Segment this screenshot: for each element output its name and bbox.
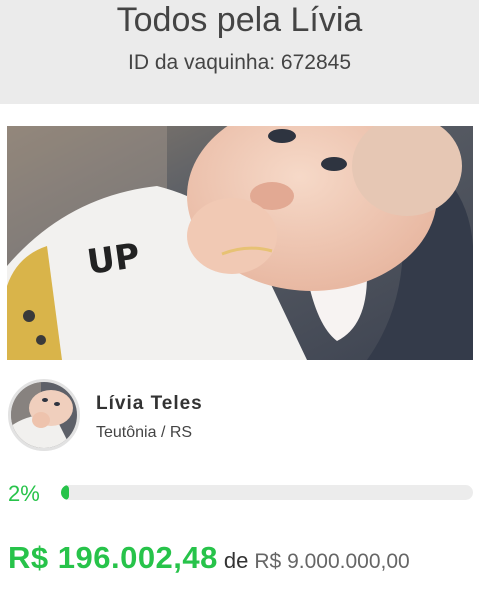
progress-percent: 2% — [8, 481, 40, 506]
progress-bar — [61, 485, 473, 500]
campaign-id: ID da vaquinha: 672845 — [127, 51, 351, 74]
campaign-header: Todos pela Lívia ID da vaquinha: 672845 — [0, 0, 479, 104]
campaign-photo[interactable]: UP ❮ — [7, 126, 473, 360]
shirt-print: UP — [85, 236, 143, 283]
avatar[interactable] — [8, 379, 80, 451]
avatar-image — [11, 382, 77, 448]
campaign-owner: Lívia Teles Teutônia / RS — [8, 379, 468, 453]
baby-photo-image: UP — [7, 126, 473, 360]
progress-bar-fill — [61, 485, 70, 500]
goal-amount: R$ 9.000.000,00 — [254, 550, 410, 573]
owner-name[interactable]: Lívia Teles — [96, 393, 203, 415]
amount-connector: de — [223, 548, 249, 573]
campaign-title: Todos pela Lívia — [116, 1, 363, 39]
raised-amount: R$ 196.002,48 — [8, 540, 218, 575]
owner-location: Teutônia / RS — [96, 424, 193, 441]
funding-summary: R$ 196.002,48 de R$ 9.000.000,00 — [8, 540, 410, 576]
